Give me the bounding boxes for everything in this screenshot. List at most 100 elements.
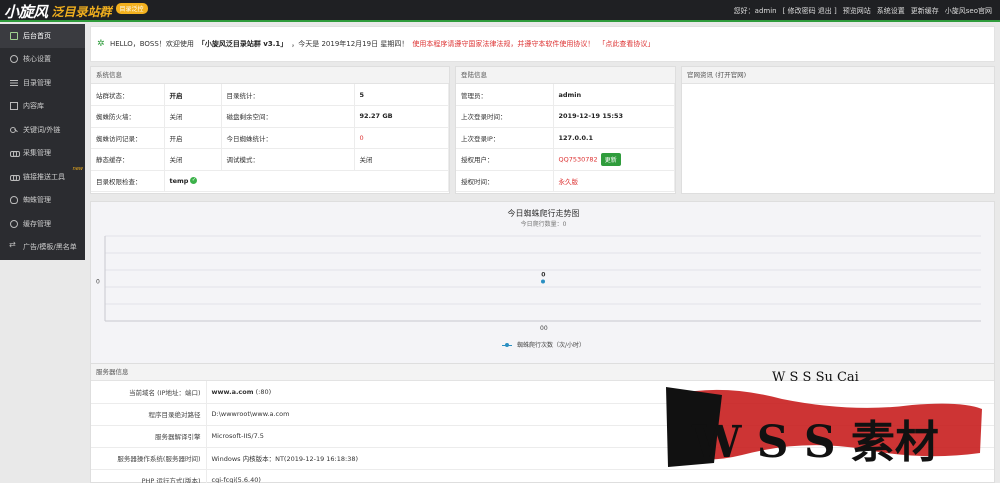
push-icon: [10, 173, 20, 181]
change-password-logout-link[interactable]: [ 修改密码 退出 ]: [783, 6, 837, 16]
update-button[interactable]: 更新: [600, 152, 621, 166]
table-cell: 目录统计：: [221, 84, 355, 106]
sidebar-item-label: 后台首页: [23, 31, 51, 40]
home-icon: [10, 31, 18, 40]
table-cell: 程序目录绝对路径: [91, 403, 207, 426]
sidebar-item-dashboard[interactable]: 后台首页: [0, 24, 85, 48]
chart-legend[interactable]: 蜘蛛爬行次数（次/小时）: [91, 340, 996, 349]
welcome-banner: ✲ HELLO，BOSS！欢迎使用 「小旋风泛目录站群 v3.1」 ，今天是 2…: [90, 26, 995, 62]
key-icon: [10, 126, 18, 134]
sidebar-item-collect[interactable]: 采集管理: [0, 142, 85, 166]
system-settings-link[interactable]: 系统设置: [877, 6, 905, 16]
permission-check-value: temp: [169, 176, 189, 185]
sidebar-item-label: 核心设置: [23, 55, 51, 64]
table-cell: PHP 运行方式(版本): [91, 469, 207, 483]
table-cell: 关闭: [164, 148, 222, 171]
port-value: (:80): [255, 387, 272, 396]
logo-main-text: 小旋风: [4, 2, 48, 21]
list-icon: [10, 79, 18, 87]
sidebar-item-label: 广告/模板/黑名单: [23, 243, 77, 252]
sidebar-item-push-tool[interactable]: 链接推送工具 new: [0, 165, 85, 189]
sidebar-item-cache[interactable]: 缓存管理: [0, 212, 85, 236]
system-info-table: 站群状态： 开启 目录统计： 5 蜘蛛防火墙： 关闭 磁盘剩余空间： 92.27…: [91, 84, 449, 192]
sidebar: 后台首页 核心设置 目录管理 内容库 关键词/外链 采集管理 链接推送工具 ne…: [0, 24, 85, 260]
official-news-title[interactable]: 官网资讯 (打开官网): [682, 67, 994, 84]
sidebar-item-label: 蜘蛛管理: [23, 196, 51, 205]
table-cell: 服务器操作系统(服务器时间): [91, 447, 207, 470]
table-cell: 关闭: [354, 148, 449, 171]
y-tick-label: 0: [96, 279, 100, 286]
preview-site-link[interactable]: 预览网站: [843, 6, 871, 16]
table-cell: 服务器解译引擎: [91, 425, 207, 448]
table-cell: 磁盘剩余空间：: [221, 105, 355, 128]
sparkle-icon: ✲: [97, 38, 105, 49]
table-cell: 静态缓存：: [91, 148, 165, 171]
clock-icon: [10, 219, 18, 228]
table-row: 管理员： admin: [456, 84, 675, 106]
table-cell: 蜘蛛防火墙：: [91, 105, 165, 128]
chart-grid: 000: [96, 235, 981, 332]
table-cell: 92.27 GB: [354, 105, 449, 128]
login-info-table: 管理员： admin 上次登录时间： 2019-12-19 15:53 上次登录…: [456, 84, 675, 192]
table-row: 蜘蛛防火墙： 关闭 磁盘剩余空间： 92.27 GB: [91, 105, 449, 128]
system-info-panel: 系统信息 站群状态： 开启 目录统计： 5 蜘蛛防火墙： 关闭 磁盘剩余空间： …: [90, 66, 450, 194]
table-cell: 授权用户：: [456, 148, 554, 171]
shuffle-icon: [9, 240, 18, 251]
table-cell: 0: [354, 127, 449, 149]
check-icon: ✓: [190, 177, 198, 185]
panel-title: 登陆信息: [456, 67, 675, 84]
logo-badge: 目录泛控: [115, 3, 148, 14]
table-cell: admin: [553, 84, 675, 106]
bug-icon: [10, 196, 18, 205]
sidebar-item-core-settings[interactable]: 核心设置: [0, 48, 85, 72]
product-name: 「小旋风泛目录站群 v3.1」: [197, 40, 288, 48]
spider-trend-chart: 今日蜘蛛爬行走势图 今日爬行数量：0 0 00 0 蜘蛛爬行次数（次/小时）: [90, 201, 995, 381]
data-label: 0: [541, 272, 545, 279]
authorized-user[interactable]: QQ7530782: [559, 155, 598, 163]
sidebar-item-spider[interactable]: 蜘蛛管理: [0, 189, 85, 213]
panel-title: 系统信息: [91, 67, 449, 84]
legend-label: 蜘蛛爬行次数（次/小时）: [516, 342, 585, 349]
data-point: [541, 279, 545, 284]
table-cell: 调试模式：: [221, 148, 355, 171]
authorized-user-cell: QQ7530782 更新: [553, 148, 675, 171]
sidebar-item-content-library[interactable]: 内容库: [0, 95, 85, 119]
sidebar-item-directory[interactable]: 目录管理: [0, 71, 85, 95]
table-cell: 5: [354, 84, 449, 106]
sidebar-item-label: 链接推送工具: [23, 172, 65, 181]
view-agreement-link[interactable]: 「点此查看协议」: [598, 39, 654, 49]
new-badge: new: [72, 166, 83, 172]
table-cell: 管理员：: [456, 84, 554, 106]
sidebar-item-label: 关键词/外链: [23, 125, 61, 134]
sidebar-item-keywords[interactable]: 关键词/外链: [0, 118, 85, 142]
table-row: 上次登录时间： 2019-12-19 15:53: [456, 105, 675, 128]
welcome-greeting: HELLO，BOSS！欢迎使用: [110, 40, 194, 48]
table-cell: 站群状态：: [91, 84, 165, 106]
table-cell: 蜘蛛访问记录：: [91, 127, 165, 149]
login-info-panel: 登陆信息 管理员： admin 上次登录时间： 2019-12-19 15:53…: [455, 66, 676, 194]
table-row: 上次登录IP： 127.0.0.1: [456, 127, 675, 149]
table-cell: 上次登录时间：: [456, 105, 554, 128]
table-row: 静态缓存： 关闭 调试模式： 关闭: [91, 148, 449, 171]
link-icon: [10, 149, 20, 158]
table-cell: 永久版: [553, 170, 675, 192]
official-news-panel: 官网资讯 (打开官网): [681, 66, 995, 194]
table-row: 授权时间： 永久版: [456, 170, 675, 192]
greeting-user: 您好：admin: [733, 7, 777, 15]
top-bar: 小旋风 泛目录站群 目录泛控 您好：admin [ 修改密码 退出 ] 预览网站…: [0, 0, 1000, 22]
table-cell: 目录权限检查：: [91, 170, 165, 192]
x-tick-label: 00: [540, 325, 548, 332]
table-cell: 2019-12-19 15:53: [553, 105, 675, 128]
table-cell: 今日蜘蛛统计：: [221, 127, 355, 149]
sidebar-item-label: 内容库: [23, 102, 44, 111]
table-row: 蜘蛛访问记录： 开启 今日蜘蛛统计： 0: [91, 127, 449, 149]
logo[interactable]: 小旋风 泛目录站群 目录泛控: [4, 2, 148, 21]
sidebar-item-ads-templates[interactable]: 广告/模板/黑名单: [0, 236, 85, 260]
sidebar-item-label: 采集管理: [23, 149, 51, 158]
table-cell: 127.0.0.1: [553, 127, 675, 149]
legal-notice: 使用本程序请遵守国家法律法规，并遵守本软件使用协议！: [412, 40, 595, 48]
legend-marker-icon: [502, 343, 513, 347]
chart-plot: 000 0: [96, 235, 981, 332]
official-site-link[interactable]: 小旋风seo官网: [945, 6, 992, 16]
update-cache-link[interactable]: 更新缓存: [911, 6, 939, 16]
